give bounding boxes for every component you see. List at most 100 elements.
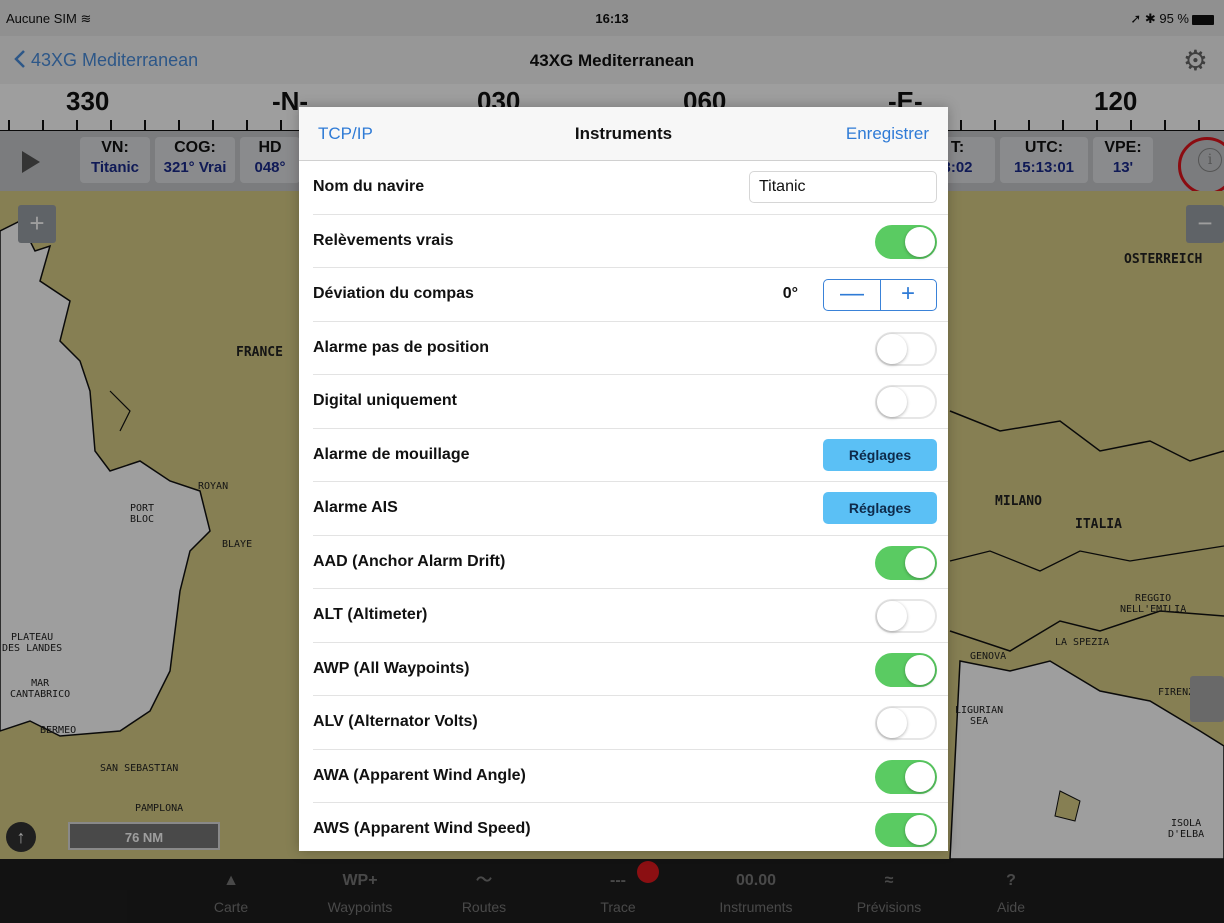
- map-label: REGGIO NELL'EMILIA: [1120, 593, 1187, 615]
- instrument-cog[interactable]: COG: 321° Vrai: [155, 137, 235, 183]
- clock: 16:13: [595, 11, 629, 26]
- compass-tick: [8, 120, 10, 130]
- play-icon[interactable]: [22, 151, 40, 173]
- row-label: AWS (Apparent Wind Speed): [313, 820, 531, 837]
- row-label: Digital uniquement: [313, 392, 457, 409]
- decrement-button[interactable]: —: [824, 280, 881, 310]
- alt-toggle[interactable]: [875, 599, 937, 633]
- tab-routes[interactable]: 〜 Routes: [429, 859, 539, 923]
- settings-row: AWP (All Waypoints): [313, 643, 948, 696]
- row-label: AWA (Apparent Wind Angle): [313, 766, 526, 784]
- map-label: LIGURIAN SEA: [955, 705, 1004, 727]
- increment-button[interactable]: +: [880, 280, 936, 310]
- page-title: 43XG Mediterranean: [529, 51, 695, 70]
- row-label: Relèvements vrais: [313, 231, 454, 249]
- map-icon: ▲: [223, 872, 239, 889]
- compass-tick: [246, 120, 248, 130]
- waypoint-add-icon: WP+: [342, 872, 378, 889]
- no-position-alarm-toggle[interactable]: [875, 331, 937, 366]
- compass-tick: [280, 120, 282, 130]
- compass-tick: [960, 120, 962, 130]
- compass-tick: [42, 120, 44, 130]
- aws-toggle[interactable]: [875, 813, 937, 847]
- zoom-out-button[interactable]: −: [1186, 205, 1224, 243]
- compass-tick: [76, 120, 78, 130]
- compass-tick: [144, 120, 146, 130]
- row-label: AWP (All Waypoints): [313, 659, 470, 677]
- route-icon: 〜: [475, 872, 492, 889]
- map-label: ISOLA D'ELBA: [1168, 818, 1205, 840]
- scroll-arrows-icon[interactable]: [1190, 676, 1224, 722]
- row-label: Alarme de mouillage: [313, 445, 470, 463]
- settings-row: ALT (Altimeter): [313, 589, 948, 643]
- row-label: Nom du navire: [313, 178, 425, 195]
- map-label: MAR CANTABRICO: [10, 678, 71, 700]
- settings-row: Relèvements vrais: [313, 215, 948, 268]
- map-label: LA SPEZIA: [1055, 637, 1110, 648]
- true-bearings-toggle[interactable]: [875, 224, 937, 259]
- weather-icon: ≈: [884, 872, 894, 889]
- gear-icon[interactable]: ⚙: [1183, 44, 1208, 77]
- map-label: GENOVA: [970, 651, 1007, 662]
- instrument-vpe[interactable]: VPE: 13': [1093, 137, 1153, 183]
- map-label: OSTERREICH: [1124, 252, 1203, 267]
- instruments-settings-modal: TCP/IP Instruments Enregistrer Nom du na…: [299, 107, 948, 851]
- help-icon: ?: [1006, 872, 1016, 889]
- compass-tick: [1062, 120, 1064, 130]
- row-label: AAD (Anchor Alarm Drift): [313, 552, 506, 570]
- tab-trace[interactable]: --- Trace: [563, 859, 673, 923]
- battery-icon: [1192, 14, 1214, 25]
- settings-row: Déviation du compas 0° — +: [313, 268, 948, 322]
- compass-tick: [1164, 120, 1166, 130]
- tab-aide[interactable]: ? Aide: [956, 859, 1066, 923]
- anchor-alarm-settings-button[interactable]: Réglages: [823, 438, 937, 471]
- deviation-stepper: — +: [823, 279, 937, 311]
- instrument-utc[interactable]: UTC: 15:13:01: [1000, 137, 1088, 183]
- row-label: Déviation du compas: [313, 285, 474, 302]
- digital-only-toggle[interactable]: [875, 385, 937, 419]
- compass-label: 120: [1094, 86, 1138, 116]
- settings-row: Alarme AIS Réglages: [313, 482, 948, 536]
- zoom-in-button[interactable]: +: [18, 205, 56, 243]
- settings-row: Alarme pas de position: [313, 322, 948, 375]
- awp-toggle[interactable]: [875, 652, 937, 687]
- instrument-hdg[interactable]: HD 048°: [240, 137, 300, 183]
- modal-header: TCP/IP Instruments Enregistrer: [299, 107, 948, 161]
- awa-toggle[interactable]: [875, 759, 937, 794]
- save-button[interactable]: Enregistrer: [846, 124, 929, 144]
- tab-carte[interactable]: ▲ Carte: [176, 859, 286, 923]
- map-label: FRANCE: [236, 345, 283, 360]
- compass-label: 330: [66, 86, 110, 116]
- north-arrow-icon[interactable]: ↑: [6, 822, 36, 852]
- map-label: PORT BLOC: [130, 503, 155, 525]
- alv-toggle[interactable]: [875, 706, 937, 740]
- map-label: MILANO: [995, 494, 1042, 509]
- instrument-vessel[interactable]: VN: Titanic: [80, 137, 150, 183]
- vessel-name-row: Nom du navire: [313, 161, 948, 215]
- row-label: Alarme AIS: [313, 499, 398, 516]
- row-label: Alarme pas de position: [313, 338, 490, 356]
- battery-indicator: ➚ ✱ 95 %: [1130, 11, 1214, 27]
- tab-previsions[interactable]: ≈ Prévisions: [834, 859, 944, 923]
- settings-row: ALV (Alternator Volts): [313, 696, 948, 750]
- map-label: ROYAN: [198, 481, 229, 492]
- deviation-value: 0°: [782, 285, 798, 302]
- tab-bar: ▲ Carte WP+ Waypoints 〜 Routes --- Trace 00.…: [0, 859, 1224, 923]
- compass-tick: [1130, 120, 1132, 130]
- ais-alarm-settings-button[interactable]: Réglages: [823, 492, 937, 524]
- compass-tick: [1096, 120, 1098, 130]
- compass-tick: [110, 120, 112, 130]
- vessel-name-field[interactable]: [749, 171, 937, 203]
- map-label: SAN SEBASTIAN: [100, 763, 179, 774]
- nav-bar: 43XG Mediterranean 43XG Mediterranean ⚙: [0, 36, 1224, 84]
- tab-waypoints[interactable]: WP+ Waypoints: [305, 859, 415, 923]
- instruments-icon: 00.00: [735, 872, 777, 889]
- compass-tick: [994, 120, 996, 130]
- aad-toggle[interactable]: [875, 545, 937, 580]
- location-icon: ➚ ✱: [1130, 11, 1156, 26]
- compass-tick: [178, 120, 180, 130]
- compass-tick: [212, 120, 214, 130]
- status-bar: Aucune SIM ≋ 16:13 ➚ ✱ 95 %: [0, 0, 1224, 36]
- tab-instruments[interactable]: 00.00 Instruments: [701, 859, 811, 923]
- settings-row: Digital uniquement: [313, 375, 948, 429]
